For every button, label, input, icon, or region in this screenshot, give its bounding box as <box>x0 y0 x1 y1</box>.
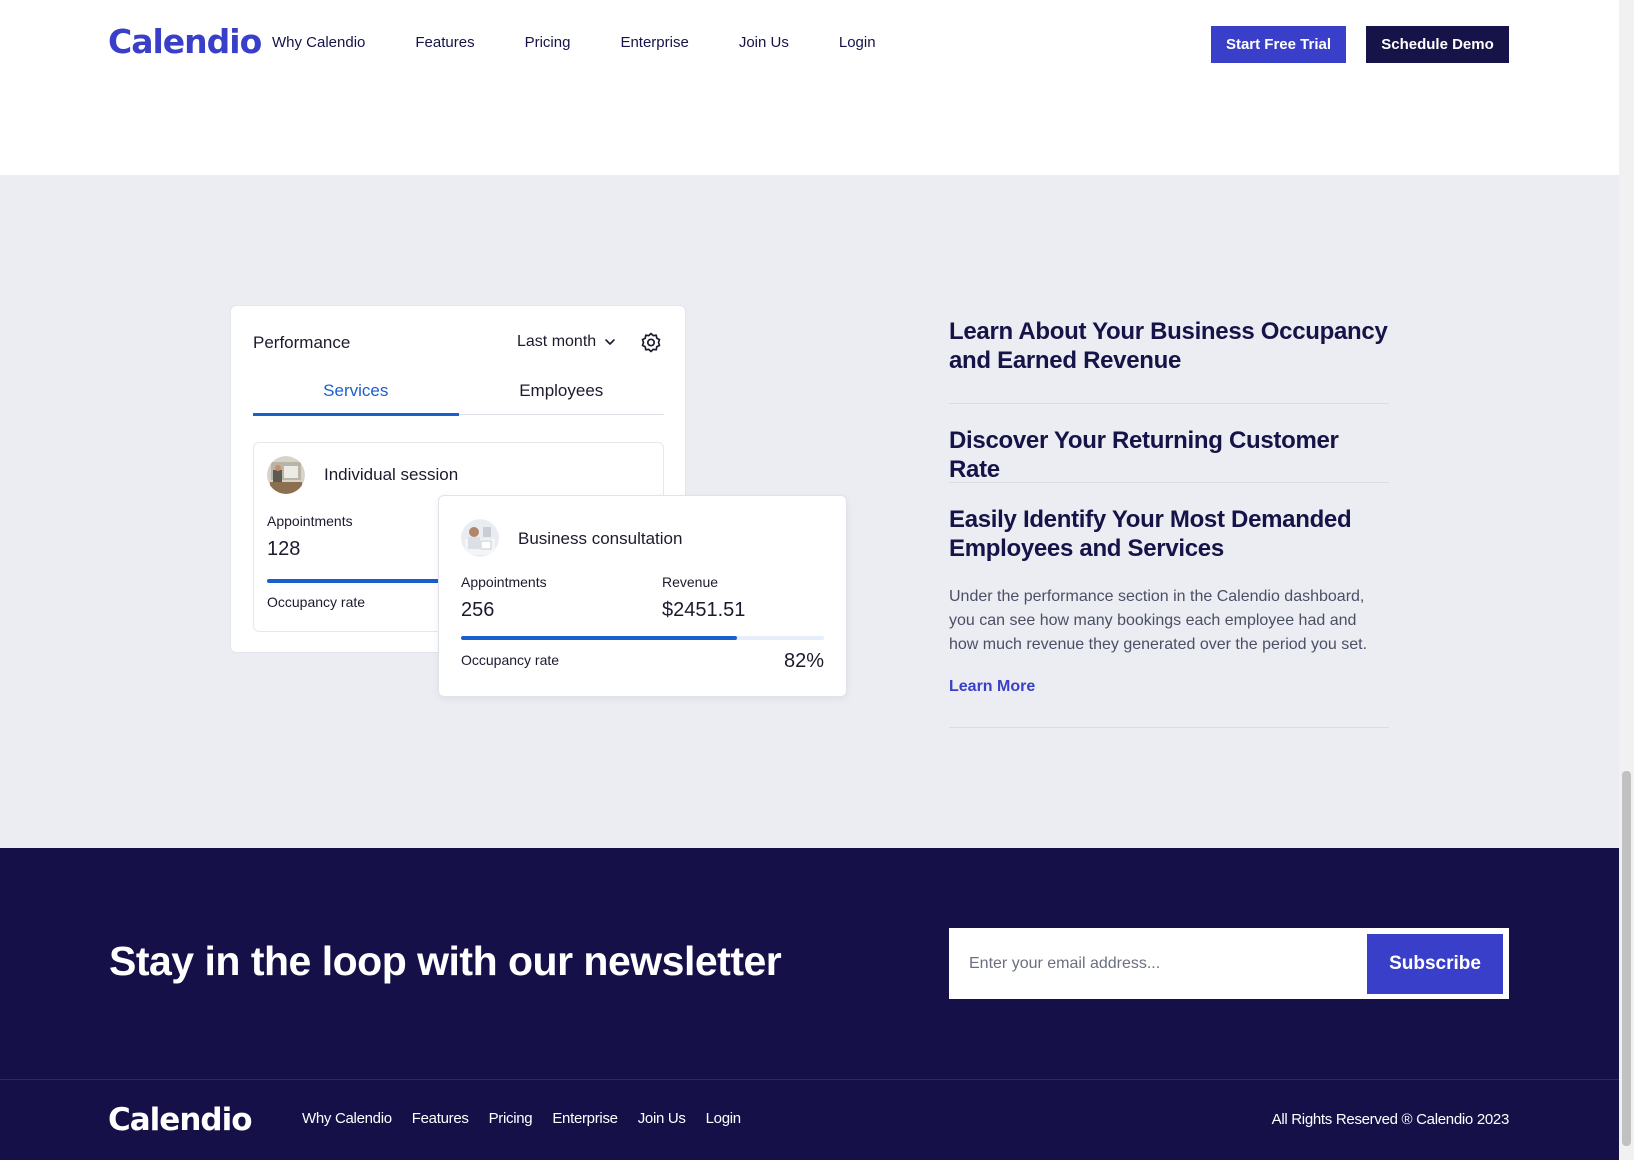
logo[interactable]: Calendio <box>108 22 262 61</box>
feature-item-returning-customers[interactable]: Discover Your Returning Customer Rate <box>949 426 1389 484</box>
site-footer: Calendio Why Calendio Features Pricing E… <box>0 1079 1619 1160</box>
footer-nav-pricing[interactable]: Pricing <box>489 1110 533 1127</box>
feature-title: Easily Identify Your Most Demanded Emplo… <box>949 506 1352 562</box>
feature-item-occupancy[interactable]: Learn About Your Business Occupancy and … <box>949 317 1389 375</box>
nav-join-us[interactable]: Join Us <box>739 34 789 51</box>
nav-why-calendio[interactable]: Why Calendio <box>272 34 365 51</box>
footer-nav-enterprise[interactable]: Enterprise <box>552 1110 618 1127</box>
footer-logo[interactable]: Calendio <box>108 1102 253 1138</box>
feature-description: Under the performance section in the Cal… <box>949 588 1368 653</box>
revenue-value: $2451.51 <box>662 599 746 621</box>
newsletter-title: Stay in the loop with our newsletter <box>109 938 782 984</box>
footer-nav-features[interactable]: Features <box>412 1110 469 1127</box>
gear-icon[interactable] <box>639 331 663 355</box>
nav-features[interactable]: Features <box>415 34 474 51</box>
newsletter-section: Stay in the loop with our newsletter Sub… <box>0 848 1619 1079</box>
start-free-trial-button[interactable]: Start Free Trial <box>1211 26 1346 63</box>
nav-enterprise[interactable]: Enterprise <box>620 34 688 51</box>
divider <box>949 482 1389 483</box>
performance-tabs: Services Employees <box>253 381 665 416</box>
tab-services[interactable]: Services <box>253 381 459 416</box>
period-dropdown[interactable]: Last month <box>517 333 616 351</box>
divider <box>949 727 1389 728</box>
consultation-image-icon <box>461 519 499 557</box>
occupancy-label: Occupancy rate <box>461 652 560 668</box>
revenue-label: Revenue <box>662 574 719 590</box>
scrollbar[interactable] <box>1619 0 1634 1160</box>
period-label: Last month <box>517 333 597 350</box>
footer-nav-why-calendio[interactable]: Why Calendio <box>302 1110 392 1127</box>
copyright: All Rights Reserved ® Calendio 2023 <box>1271 1111 1510 1128</box>
avatar <box>461 519 499 557</box>
service-name: Business consultation <box>518 529 683 548</box>
avatar <box>267 456 305 494</box>
site-header: Calendio Why Calendio Features Pricing E… <box>0 0 1619 175</box>
occupancy-bar-fill <box>461 636 737 640</box>
feature-title: Discover Your Returning Customer Rate <box>949 427 1339 483</box>
performance-section: Performance Last month Services Employee… <box>0 175 1619 848</box>
occupancy-bar <box>461 636 824 640</box>
main-nav: Why Calendio Features Pricing Enterprise… <box>272 34 926 51</box>
schedule-demo-button[interactable]: Schedule Demo <box>1366 26 1509 63</box>
nav-pricing[interactable]: Pricing <box>525 34 571 51</box>
nav-login[interactable]: Login <box>839 34 876 51</box>
scrollbar-thumb[interactable] <box>1622 771 1631 1146</box>
footer-nav: Why Calendio Features Pricing Enterprise… <box>302 1110 761 1127</box>
performance-title: Performance <box>253 333 351 352</box>
subscribe-button[interactable]: Subscribe <box>1367 934 1503 994</box>
feature-item-demanded-employees[interactable]: Easily Identify Your Most Demanded Emplo… <box>949 505 1389 563</box>
email-input[interactable] <box>949 928 1359 999</box>
appointments-label: Appointments <box>461 574 547 590</box>
tab-employees[interactable]: Employees <box>459 381 665 414</box>
newsletter-form: Subscribe <box>949 928 1509 999</box>
office-image-icon <box>267 456 305 494</box>
occupancy-value: 82% <box>783 650 824 672</box>
service-name: Individual session <box>324 465 459 484</box>
divider <box>949 403 1389 404</box>
appointments-label: Appointments <box>267 513 353 529</box>
feature-title: Learn About Your Business Occupancy and … <box>949 318 1388 374</box>
appointments-value: 128 <box>267 538 301 560</box>
appointments-value: 256 <box>461 599 495 621</box>
learn-more-link[interactable]: Learn More <box>949 678 1035 696</box>
footer-nav-join-us[interactable]: Join Us <box>638 1110 686 1127</box>
business-consultation-card: Business consultation Appointments 256 R… <box>438 495 847 697</box>
chevron-down-icon <box>605 339 615 345</box>
footer-nav-login[interactable]: Login <box>706 1110 742 1127</box>
occupancy-label: Occupancy rate <box>267 594 366 610</box>
